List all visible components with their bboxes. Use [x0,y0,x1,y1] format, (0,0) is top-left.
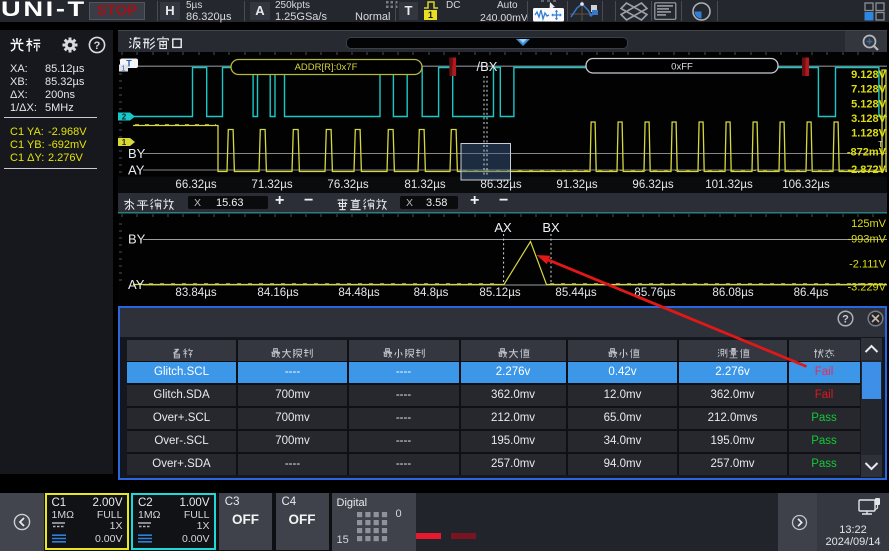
svg-text:66.32µs: 66.32µs [175,179,216,191]
svg-text:1: 1 [122,138,127,147]
svg-text:0xFF: 0xFF [671,62,693,73]
svg-text:85.76µs: 85.76µs [634,287,675,299]
svg-text:?: ? [94,40,101,52]
svg-text:-3.229V: -3.229V [847,282,886,294]
svg-text:1.128V: 1.128V [851,128,887,140]
svg-text:T: T [878,140,883,149]
svg-text:81.32µs: 81.32µs [404,179,445,191]
svg-text:9.128V: 9.128V [851,69,887,81]
svg-text:-993mV: -993mV [847,234,886,246]
svg-text:/BX: /BX [477,59,498,74]
svg-text:3.128V: 3.128V [851,113,887,125]
svg-text:71.32µs: 71.32µs [251,179,292,191]
svg-text:?: ? [842,314,849,326]
svg-text:84.48µs: 84.48µs [338,287,379,299]
svg-text:125mV: 125mV [851,218,887,230]
svg-text:5.128V: 5.128V [851,99,887,111]
svg-text:106.32µs: 106.32µs [782,179,830,191]
svg-text:AY: AY [128,277,145,292]
svg-text:76.32µs: 76.32µs [327,179,368,191]
svg-text:7.128V: 7.128V [851,84,887,96]
svg-text:85.44µs: 85.44µs [555,287,596,299]
svg-text:BY: BY [128,232,146,247]
svg-text:101.32µs: 101.32µs [705,179,753,191]
svg-text:2: 2 [122,113,127,122]
svg-text:84.8µs: 84.8µs [414,287,449,299]
svg-text:BX: BX [542,220,560,235]
svg-text:AY: AY [128,163,145,178]
svg-text:-2.111V: -2.111V [849,259,887,271]
svg-text:AX: AX [494,220,512,235]
svg-text:96.32µs: 96.32µs [632,179,673,191]
svg-text:86.32µs: 86.32µs [480,179,521,191]
svg-text:1: 1 [122,66,126,73]
svg-text:86.08µs: 86.08µs [712,287,753,299]
svg-text:-2.872V: -2.872V [847,164,886,176]
svg-text:ADDR[R]:0x7F: ADDR[R]:0x7F [295,62,358,73]
svg-text:86.4µs: 86.4µs [794,287,829,299]
svg-text:91.32µs: 91.32µs [556,179,597,191]
svg-text:BY: BY [128,146,146,161]
svg-text:84.16µs: 84.16µs [257,287,298,299]
svg-text:85.12µs: 85.12µs [479,287,520,299]
svg-text:83.84µs: 83.84µs [175,287,216,299]
